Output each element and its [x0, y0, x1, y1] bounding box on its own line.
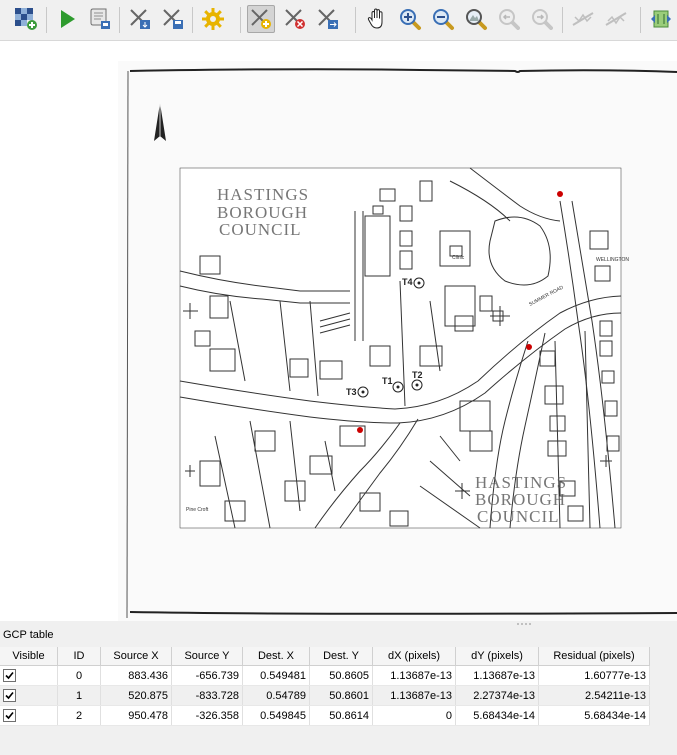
zoom-to-layer-button[interactable] [462, 5, 490, 33]
point-label-t4: T4 [402, 277, 413, 287]
zoom-in-icon [400, 9, 421, 30]
link-qgis-to-georeferencer-icon [605, 12, 627, 26]
point-label-t1: T1 [382, 376, 393, 386]
delete-point-button[interactable] [281, 5, 309, 33]
zoom-out-button[interactable] [429, 5, 457, 33]
table-row[interactable]: 1 520.875 -833.728 0.54789 50.8601 1.136… [0, 685, 650, 706]
column-header-dest-x[interactable]: Dest. X [242, 647, 310, 666]
georeferencer-toolbar [0, 0, 677, 41]
zoom-out-icon [433, 9, 454, 30]
watermark-top-line3: COUNCIL [219, 220, 302, 239]
cell-dest-x[interactable]: 0.54789 [242, 685, 310, 706]
load-gcp-points-button[interactable] [126, 5, 154, 33]
full-histogram-stretch-icon [651, 10, 671, 28]
delete-point-icon [285, 9, 305, 29]
open-raster-icon [15, 8, 37, 30]
save-gcp-points-button[interactable] [159, 5, 187, 33]
start-georeferencing-icon [61, 10, 75, 28]
cell-residual: 2.54211e-13 [538, 685, 650, 706]
cell-residual: 5.68434e-14 [538, 705, 650, 726]
pan-icon [367, 8, 383, 29]
cell-source-y[interactable]: -656.739 [171, 665, 243, 686]
zoom-last-icon [499, 9, 520, 30]
georeferencer-map-canvas[interactable]: T4 T2 T1 T3 Clinic Pine Croft SUMMER ROA… [0, 41, 677, 621]
cell-residual: 1.60777e-13 [538, 665, 650, 686]
cell-source-x[interactable]: 883.436 [100, 665, 172, 686]
checkmark-icon [5, 711, 14, 720]
save-gcp-points-icon [163, 9, 183, 29]
cell-dx: 0 [372, 705, 456, 726]
gcp-marker[interactable] [357, 427, 363, 433]
gcp-table-panel: GCP table Visible ID Source X Source Y D… [0, 627, 677, 755]
cell-id[interactable]: 1 [57, 685, 101, 706]
start-georeferencing-button[interactable] [53, 5, 81, 33]
panel-title: GCP table [3, 629, 54, 641]
cell-source-y[interactable]: -326.358 [171, 705, 243, 726]
cell-dy: 1.13687e-13 [455, 665, 539, 686]
cell-dy: 5.68434e-14 [455, 705, 539, 726]
column-header-dx[interactable]: dX (pixels) [372, 647, 456, 666]
link-georeferencer-to-qgis-button[interactable] [569, 5, 597, 33]
visible-checkbox[interactable] [3, 709, 16, 722]
cell-dx: 1.13687e-13 [372, 665, 456, 686]
full-histogram-stretch-button[interactable] [647, 5, 675, 33]
gcp-table: Visible ID Source X Source Y Dest. X Des… [0, 647, 650, 726]
checkmark-icon [5, 691, 14, 700]
visible-checkbox[interactable] [3, 669, 16, 682]
cell-dest-y[interactable]: 50.8605 [309, 665, 373, 686]
column-header-dest-y[interactable]: Dest. Y [309, 647, 373, 666]
scanned-map-raster: T4 T2 T1 T3 Clinic Pine Croft SUMMER ROA… [118, 61, 677, 621]
column-header-residual[interactable]: Residual (pixels) [538, 647, 650, 666]
link-georeferencer-to-qgis-icon [572, 12, 594, 26]
load-gcp-points-icon [130, 9, 150, 29]
cell-source-x[interactable]: 520.875 [100, 685, 172, 706]
table-row[interactable]: 0 883.436 -656.739 0.549481 50.8605 1.13… [0, 665, 650, 686]
generate-gdal-script-button[interactable] [86, 5, 114, 33]
cell-dest-x[interactable]: 0.549845 [242, 705, 310, 726]
link-qgis-to-georeferencer-button[interactable] [602, 5, 630, 33]
cell-dx: 1.13687e-13 [372, 685, 456, 706]
pan-button[interactable] [363, 5, 391, 33]
gcp-marker[interactable] [557, 191, 563, 197]
move-gcp-point-button[interactable] [314, 5, 342, 33]
visible-checkbox[interactable] [3, 689, 16, 702]
open-raster-button[interactable] [12, 5, 40, 33]
add-point-icon [251, 9, 271, 29]
column-header-source-x[interactable]: Source X [100, 647, 172, 666]
cell-dest-y[interactable]: 50.8614 [309, 705, 373, 726]
cell-source-y[interactable]: -833.728 [171, 685, 243, 706]
table-row[interactable]: 2 950.478 -326.358 0.549845 50.8614 0 5.… [0, 705, 650, 726]
column-header-id[interactable]: ID [57, 647, 101, 666]
add-point-button[interactable] [247, 5, 275, 33]
gcp-marker[interactable] [526, 344, 532, 350]
zoom-to-layer-icon [466, 9, 487, 30]
transformation-settings-button[interactable] [199, 5, 227, 33]
checkmark-icon [5, 671, 14, 680]
column-header-visible[interactable]: Visible [0, 647, 58, 666]
cell-dest-y[interactable]: 50.8601 [309, 685, 373, 706]
zoom-next-button[interactable] [528, 5, 556, 33]
zoom-last-button[interactable] [495, 5, 523, 33]
cell-id[interactable]: 0 [57, 665, 101, 686]
zoom-next-icon [532, 9, 553, 30]
cell-dest-x[interactable]: 0.549481 [242, 665, 310, 686]
point-label-t2: T2 [412, 370, 423, 380]
watermark-top-line1: HASTINGS [217, 185, 309, 204]
cell-dy: 2.27374e-13 [455, 685, 539, 706]
map-label-clinic: Clinic [452, 255, 465, 261]
column-header-source-y[interactable]: Source Y [171, 647, 243, 666]
watermark-bottom-line3: COUNCIL [477, 507, 560, 526]
map-label-pine-croft: Pine Croft [186, 507, 209, 513]
zoom-in-button[interactable] [396, 5, 424, 33]
generate-gdal-script-icon [90, 8, 110, 29]
cell-id[interactable]: 2 [57, 705, 101, 726]
map-label-wellington: WELLINGTON [596, 257, 629, 263]
move-gcp-point-icon [318, 9, 338, 29]
point-label-t3: T3 [346, 387, 357, 397]
transformation-settings-icon [202, 8, 224, 30]
column-header-dy[interactable]: dY (pixels) [455, 647, 539, 666]
cell-source-x[interactable]: 950.478 [100, 705, 172, 726]
